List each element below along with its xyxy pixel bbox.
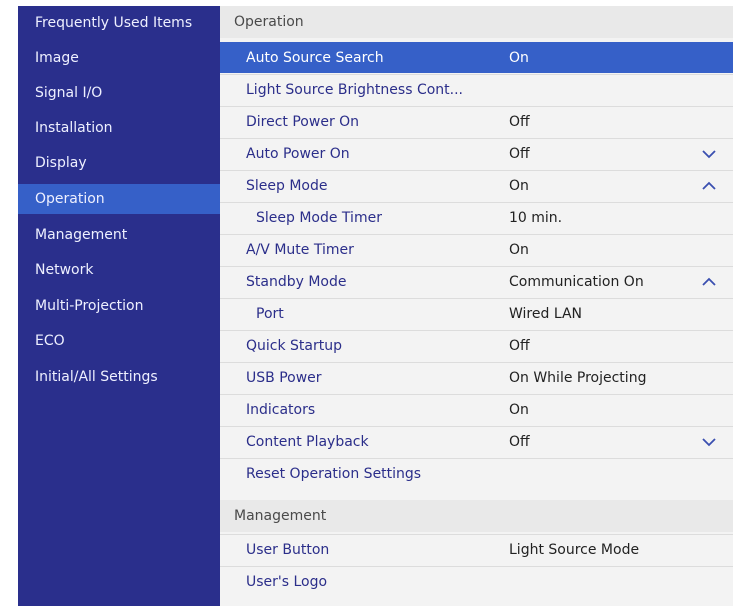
sidebar-item-network[interactable]: Network xyxy=(18,255,220,285)
menu-row-label: Sleep Mode Timer xyxy=(256,210,382,226)
sidebar-item-multi-projection[interactable]: Multi-Projection xyxy=(18,291,220,321)
menu-row-label: Indicators xyxy=(246,402,316,418)
menu-row-label: Reset Operation Settings xyxy=(246,466,422,482)
menu-row-value: Communication On xyxy=(509,274,644,290)
menu-row-value: Wired LAN xyxy=(509,306,582,322)
chevron-up-icon[interactable] xyxy=(701,180,717,192)
menu-row[interactable]: Indicators On xyxy=(220,394,733,425)
sidebar-item-operation[interactable]: Operation xyxy=(18,184,220,214)
menu-row-value: On xyxy=(509,50,529,66)
menu-row[interactable]: Light Source Brightness Cont... xyxy=(220,74,733,105)
menu-row[interactable]: Sleep Mode Timer 10 min. xyxy=(220,202,733,233)
menu-row[interactable]: User's Logo xyxy=(220,566,733,597)
menu-row[interactable]: Auto Power On Off xyxy=(220,138,733,169)
menu-row-label: Quick Startup xyxy=(246,338,342,354)
sidebar-item-management[interactable]: Management xyxy=(18,220,220,250)
menu-row-label: Standby Mode xyxy=(246,274,347,290)
menu-row[interactable]: Auto Source Search On xyxy=(220,42,733,73)
menu-row-label: Light Source Brightness Cont... xyxy=(246,82,463,98)
menu-row[interactable]: Quick Startup Off xyxy=(220,330,733,361)
menu-row-value: On xyxy=(509,178,529,194)
menu-row-value: On xyxy=(509,402,529,418)
sidebar: Frequently Used Items Image Signal I/O Inst… xyxy=(18,6,220,606)
menu-row-label: Auto Power On xyxy=(246,146,350,162)
menu-row-label: Port xyxy=(256,306,284,322)
menu-row[interactable]: USB Power On While Projecting xyxy=(220,362,733,393)
section-header-management: Management xyxy=(220,500,733,532)
menu-row[interactable]: Direct Power On Off xyxy=(220,106,733,137)
menu-row[interactable]: Reset Operation Settings xyxy=(220,458,733,489)
menu-row-value: 10 min. xyxy=(509,210,563,226)
sidebar-item-display[interactable]: Display xyxy=(18,148,220,178)
menu-row[interactable]: Sleep Mode On xyxy=(220,170,733,201)
menu-row-label: Direct Power On xyxy=(246,114,360,130)
menu-row[interactable]: User Button Light Source Mode xyxy=(220,534,733,565)
menu-row-value: On xyxy=(509,242,529,258)
menu-row-label: Auto Source Search xyxy=(246,50,384,66)
menu-row-value: Off xyxy=(509,146,530,162)
sidebar-item-image[interactable]: Image xyxy=(18,43,220,73)
chevron-down-icon[interactable] xyxy=(701,436,717,448)
sidebar-item-eco[interactable]: ECO xyxy=(18,326,220,356)
menu-row-label: User Button xyxy=(246,542,330,558)
menu-row-label: Content Playback xyxy=(246,434,369,450)
menu-row-label: A/V Mute Timer xyxy=(246,242,354,258)
menu-row-value: Light Source Mode xyxy=(509,542,640,558)
menu-row[interactable]: Content Playback Off xyxy=(220,426,733,457)
menu-row[interactable]: A/V Mute Timer On xyxy=(220,234,733,265)
menu-row-value: Off xyxy=(509,434,530,450)
chevron-up-icon[interactable] xyxy=(701,276,717,288)
sidebar-item-signal-i-o[interactable]: Signal I/O xyxy=(18,78,220,108)
menu-row-value: Off xyxy=(509,338,530,354)
menu-row-label: User's Logo xyxy=(246,574,328,590)
main-panel: Operation Auto Source Search On Light Sour… xyxy=(220,6,733,606)
menu-row-label: Sleep Mode xyxy=(246,178,328,194)
menu-row-value: Off xyxy=(509,114,530,130)
menu-row-value: On While Projecting xyxy=(509,370,647,386)
chevron-down-icon[interactable] xyxy=(701,148,717,160)
sidebar-item-initial-all-settings[interactable]: Initial/All Settings xyxy=(18,362,220,392)
menu-row[interactable]: Standby Mode Communication On xyxy=(220,266,733,297)
settings-menu-window: Frequently Used Items Image Signal I/O Inst… xyxy=(18,6,733,606)
section-header-operation: Operation xyxy=(220,6,733,38)
menu-row[interactable]: Port Wired LAN xyxy=(220,298,733,329)
sidebar-item-installation[interactable]: Installation xyxy=(18,113,220,143)
sidebar-item-frequently-used-items[interactable]: Frequently Used Items xyxy=(18,8,220,38)
menu-row-label: USB Power xyxy=(246,370,322,386)
